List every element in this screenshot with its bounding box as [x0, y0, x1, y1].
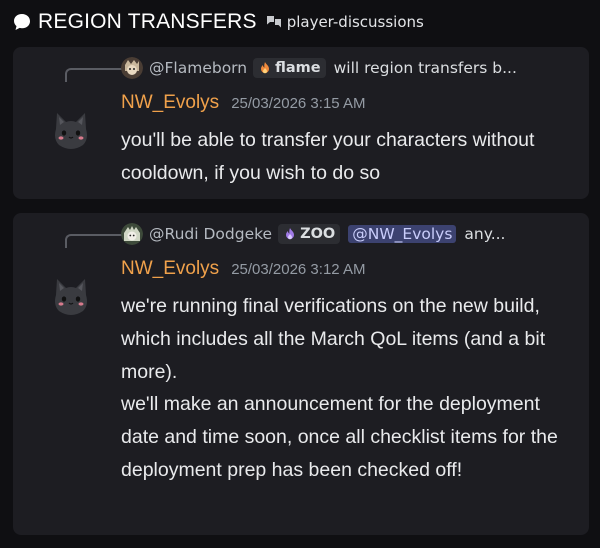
rudi-avatar[interactable]	[121, 223, 143, 245]
server-tag-label: ZOO	[300, 226, 336, 242]
message-timestamp[interactable]: 25/03/2026 3:15 AM	[231, 95, 365, 112]
message-paragraph: we're running final verifications on the…	[121, 295, 546, 383]
thread-icon	[14, 13, 30, 30]
server-tag[interactable]: flame	[253, 58, 326, 78]
reply-reference[interactable]: @Rudi Dodgeke ZOO @NW_Evolys any...	[121, 223, 577, 245]
reply-author[interactable]: @Flameborn	[149, 59, 247, 77]
message-timestamp[interactable]: 25/03/2026 3:12 AM	[231, 261, 365, 278]
flameborn-avatar[interactable]	[121, 57, 143, 79]
reply-preview[interactable]: any...	[464, 225, 505, 243]
author-avatar[interactable]	[49, 275, 93, 319]
message-header: NW_Evolys 25/03/2026 3:12 AM	[121, 258, 365, 280]
message-paragraph: you'll be able to transfer your characte…	[121, 129, 535, 184]
server-tag-label: flame	[275, 60, 321, 76]
message-content: you'll be able to transfer your characte…	[121, 124, 571, 190]
reply-reference[interactable]: @Flameborn flame will region transfers b…	[121, 57, 577, 79]
flame-icon	[261, 62, 270, 74]
forum-channel-icon	[266, 16, 281, 28]
server-tag[interactable]: ZOO	[278, 224, 341, 244]
message-card: @Rudi Dodgeke ZOO @NW_Evolys any... NW_E…	[13, 213, 589, 535]
channel-link[interactable]: player-discussions	[287, 13, 424, 31]
reply-preview[interactable]: will region transfers b...	[334, 59, 517, 77]
thread-header: REGION TRANSFERS player-discussions	[12, 8, 424, 36]
message-content: we're running final verifications on the…	[121, 290, 571, 487]
reply-spine	[65, 68, 123, 82]
user-mention[interactable]: @NW_Evolys	[348, 225, 457, 243]
author-name[interactable]: NW_Evolys	[121, 92, 219, 114]
message-card: @Flameborn flame will region transfers b…	[13, 47, 589, 199]
author-avatar[interactable]	[49, 109, 93, 153]
thread-title: REGION TRANSFERS	[38, 10, 257, 33]
message-header: NW_Evolys 25/03/2026 3:15 AM	[121, 92, 365, 114]
reply-author[interactable]: @Rudi Dodgeke	[149, 225, 272, 243]
author-name[interactable]: NW_Evolys	[121, 258, 219, 280]
message-paragraph: we'll make an announcement for the deplo…	[121, 393, 558, 481]
purple-flame-icon	[286, 228, 295, 240]
reply-spine	[65, 234, 123, 248]
